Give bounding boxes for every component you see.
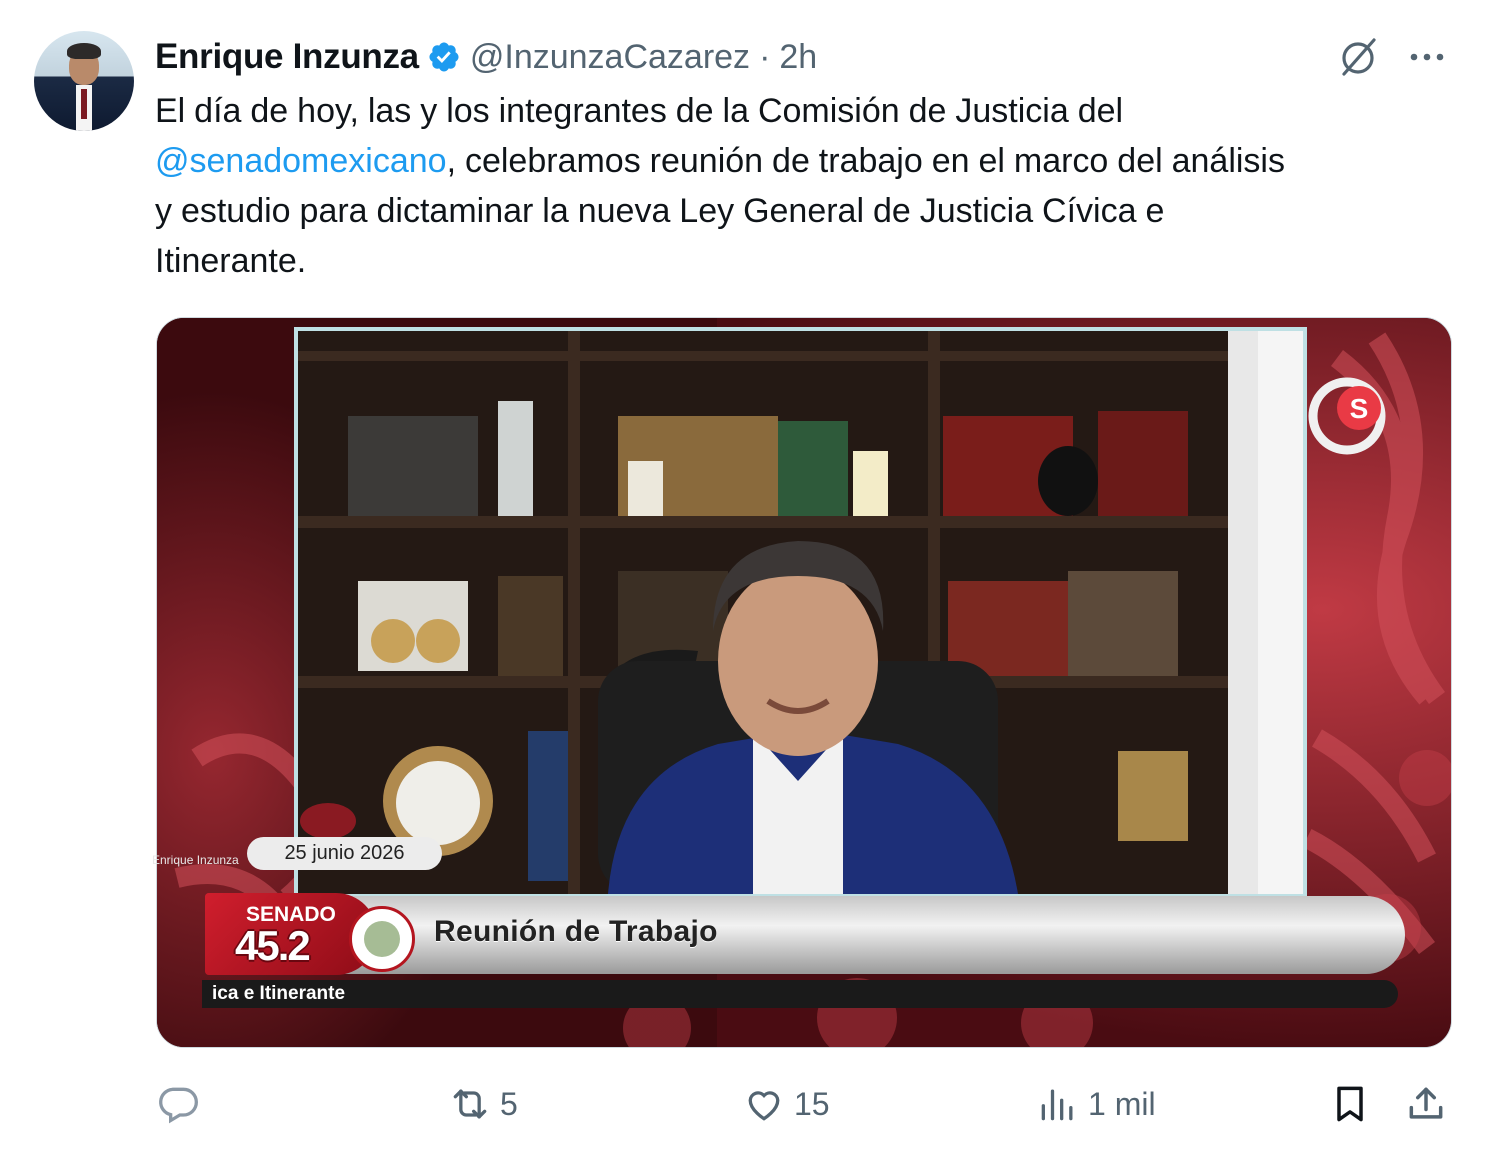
reply-icon xyxy=(159,1087,198,1124)
reply-button[interactable] xyxy=(156,1075,208,1133)
views-icon xyxy=(1041,1089,1073,1121)
author-handle[interactable]: @InzunzaCazarez xyxy=(470,38,750,77)
action-bar: 5 15 1 mil xyxy=(0,1075,1496,1135)
svg-text:S: S xyxy=(1350,393,1369,424)
separator-dot: · xyxy=(759,37,771,76)
share-button[interactable] xyxy=(1404,1075,1448,1133)
ticker-bar xyxy=(202,980,1398,1008)
repost-count: 5 xyxy=(500,1085,518,1122)
views-count: 1 mil xyxy=(1088,1085,1156,1122)
bookmark-button[interactable] xyxy=(1328,1075,1372,1133)
camera-label: Enrique Inzunza xyxy=(152,853,239,867)
channel-number: 45.2 xyxy=(235,922,311,969)
post-time[interactable]: 2h xyxy=(779,38,817,77)
channel-logo-icon: S xyxy=(1308,377,1386,455)
ticker-text: ica e Itinerante xyxy=(212,983,346,1004)
share-icon xyxy=(1409,1087,1443,1119)
avatar-tie xyxy=(81,89,87,119)
post-video[interactable]: S SENADO 45.2 Reunión de Trabajo ica e I… xyxy=(156,317,1452,1048)
grok-icon[interactable] xyxy=(1336,34,1382,80)
verified-badge-icon xyxy=(429,42,459,72)
more-icon[interactable] xyxy=(1405,38,1449,76)
video-date: 25 junio 2026 xyxy=(247,837,442,870)
senate-seal-icon xyxy=(349,906,415,972)
repost-button[interactable]: 5 xyxy=(448,1075,518,1133)
program-title: Reunión de Trabajo xyxy=(434,915,718,948)
like-count: 15 xyxy=(794,1085,830,1122)
avatar-hair xyxy=(67,43,101,59)
video-inner-frame xyxy=(294,327,1307,898)
views-button[interactable]: 1 mil xyxy=(1036,1075,1156,1133)
mention-link[interactable]: @senadomexicano xyxy=(155,142,447,180)
author-avatar[interactable] xyxy=(34,31,134,131)
post-header: Enrique Inzunza @InzunzaCazarez · 2h xyxy=(155,34,817,80)
bookmark-icon xyxy=(1337,1086,1363,1122)
like-icon xyxy=(748,1091,780,1121)
repost-icon xyxy=(453,1089,487,1119)
post-text-part: El día de hoy, las y los integrantes de … xyxy=(155,92,1124,130)
office-scene xyxy=(298,331,1303,894)
author-name[interactable]: Enrique Inzunza xyxy=(155,37,419,77)
like-button[interactable]: 15 xyxy=(742,1075,830,1133)
post-text: El día de hoy, las y los integrantes de … xyxy=(155,86,1455,286)
